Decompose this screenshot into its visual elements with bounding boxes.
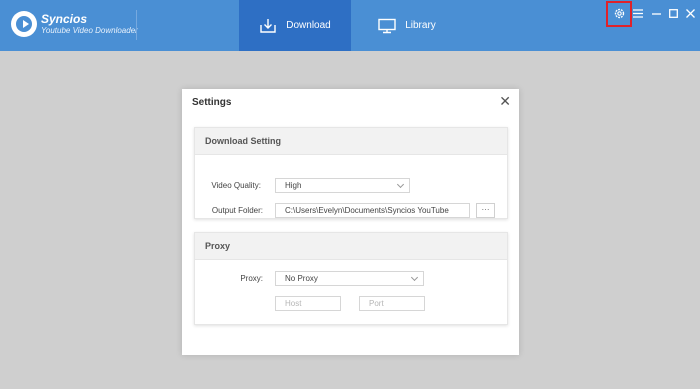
dialog-close-button[interactable]: ✕ (499, 94, 511, 108)
tab-download-label: Download (286, 20, 331, 31)
gear-icon (614, 8, 624, 18)
settings-button[interactable] (611, 5, 627, 21)
chevron-down-icon (410, 273, 419, 282)
download-setting-heading: Download Setting (195, 128, 507, 155)
port-input[interactable]: Port (359, 296, 425, 311)
menu-button[interactable] (630, 5, 646, 21)
proxy-heading: Proxy (195, 233, 507, 260)
browse-folder-button[interactable]: ··· (476, 203, 495, 218)
hamburger-icon (633, 8, 643, 18)
close-button[interactable] (682, 5, 698, 21)
maximize-button[interactable] (665, 5, 681, 21)
tab-library-label: Library (405, 20, 436, 31)
download-setting-panel: Download Setting Video Quality: High Out… (194, 127, 508, 219)
chevron-down-icon (396, 180, 405, 189)
tab-library[interactable]: Library (351, 0, 463, 51)
output-folder-label: Output Folder: (211, 206, 263, 215)
syncios-logo (11, 11, 37, 37)
app-subtitle: Youtube Video Downloader (41, 26, 138, 35)
close-icon (685, 8, 695, 18)
close-icon: ✕ (499, 93, 511, 109)
settings-dialog: Settings ✕ Download Setting Video Qualit… (182, 89, 519, 355)
video-quality-value: High (285, 181, 302, 190)
proxy-select[interactable]: No Proxy (275, 271, 424, 286)
divider (136, 10, 137, 40)
proxy-value: No Proxy (285, 274, 318, 283)
minimize-icon (651, 12, 661, 15)
video-quality-label: Video Quality: (211, 181, 261, 190)
video-quality-select[interactable]: High (275, 178, 410, 193)
title-bar: Syncios Youtube Video Downloader Downloa… (0, 0, 700, 51)
app-name: Syncios (41, 12, 88, 26)
proxy-panel: Proxy Proxy: No Proxy Host Port (194, 232, 508, 325)
proxy-label: Proxy: (240, 274, 263, 283)
dialog-title: Settings (192, 97, 232, 108)
monitor-icon (378, 18, 396, 33)
maximize-icon (668, 8, 678, 18)
tab-download[interactable]: Download (239, 0, 351, 51)
minimize-button[interactable] (648, 5, 664, 21)
output-folder-field[interactable]: C:\Users\Evelyn\Documents\Syncios YouTub… (275, 203, 470, 218)
host-input[interactable]: Host (275, 296, 341, 311)
download-icon (260, 18, 276, 33)
